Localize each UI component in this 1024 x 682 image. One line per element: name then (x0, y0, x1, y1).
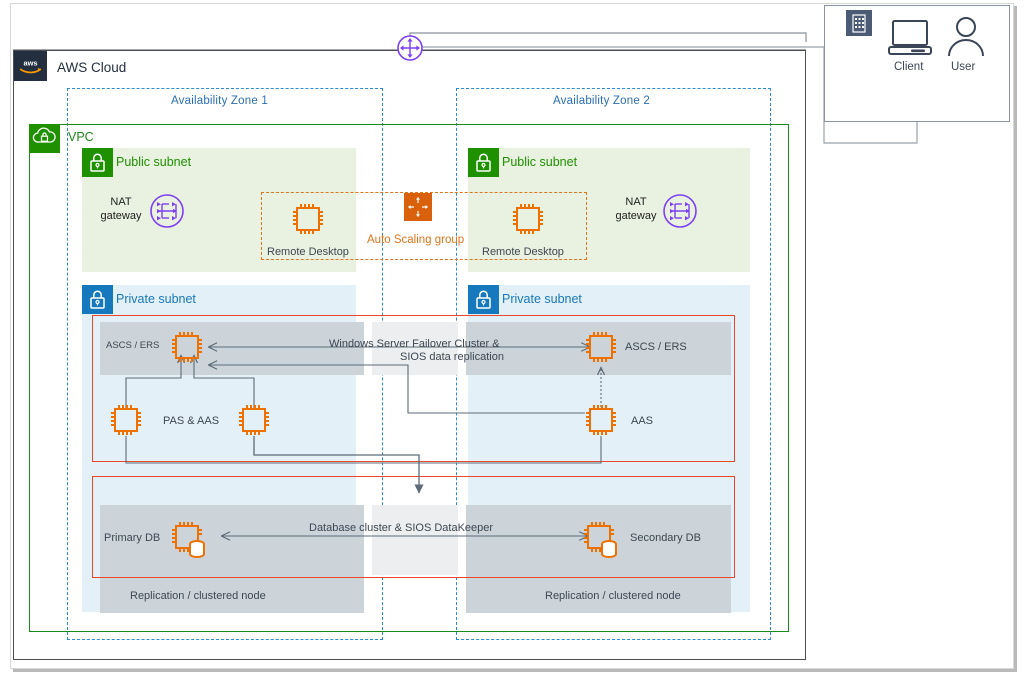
ascs-ers-az2-label: ASCS / ERS (625, 341, 687, 353)
pas-aas-az1-label: PAS & AAS (163, 415, 220, 427)
ec2-instance-icon[interactable] (106, 400, 146, 440)
secondary-db-label: Secondary DB (630, 532, 701, 544)
user-avatar-icon (944, 15, 988, 58)
ec2-instance-icon[interactable] (581, 400, 621, 440)
ec2-instance-icon[interactable] (234, 400, 274, 440)
building-icon (846, 10, 872, 36)
db-replication-label: Database cluster & SIOS DataKeeper (309, 522, 494, 534)
ec2-instance-icon[interactable] (581, 327, 621, 367)
replication-clustered-node-az1-label: Replication / clustered node (130, 590, 266, 602)
wsfc-replication-label-line2: SIOS data replication (400, 351, 504, 363)
ascs-ers-az1-label: ASCS / ERS (106, 340, 160, 351)
client-label: Client (894, 61, 924, 73)
user-label: User (951, 61, 976, 73)
ec2-database-icon[interactable] (168, 518, 214, 564)
ec2-instance-icon[interactable] (167, 327, 207, 367)
ec2-database-icon[interactable] (580, 518, 626, 564)
wsfc-replication-label-line1: Windows Server Failover Cluster & (329, 338, 500, 350)
primary-db-label: Primary DB (104, 532, 161, 544)
client-computer-icon (885, 18, 937, 58)
aas-az2-label: AAS (631, 415, 654, 427)
internet-gateway-icon[interactable] (394, 32, 426, 64)
replication-clustered-node-az2-label: Replication / clustered node (545, 590, 681, 602)
